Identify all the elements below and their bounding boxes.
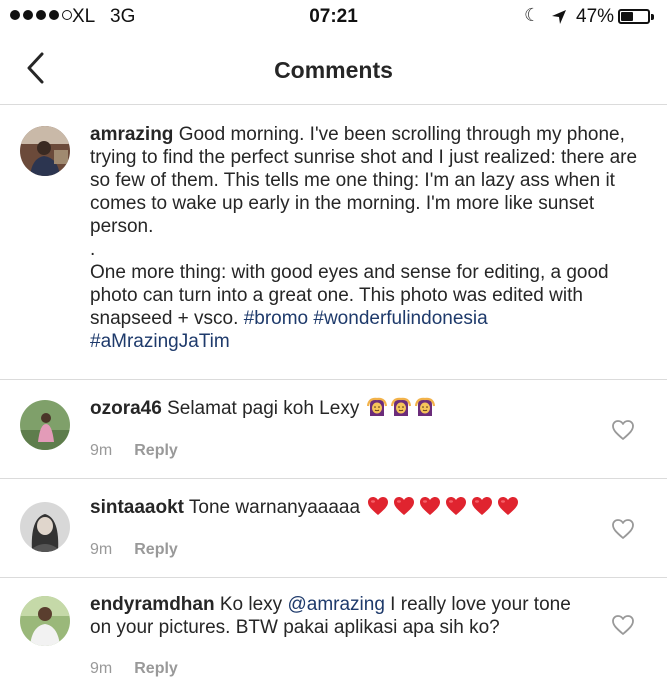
emoji-group [365, 397, 437, 419]
red-heart-emoji [446, 497, 467, 515]
like-heart-icon[interactable] [611, 614, 635, 636]
comment-item: endyramdhan Ko lexy @amrazing I really l… [0, 578, 667, 688]
navigation-bar: Comments [0, 36, 667, 105]
comment-time: 9m [90, 541, 113, 558]
caption-body: Good morning. I've been scrolling throug… [90, 124, 638, 329]
hashtag-link[interactable]: #aMrazingJaTim [90, 331, 230, 352]
reply-button[interactable]: Reply [134, 660, 178, 677]
comment-meta: 9m Reply [90, 442, 178, 460]
red-heart-emoji [368, 497, 389, 515]
comment-username[interactable]: sintaaaokt [90, 497, 184, 518]
comment-item: ozora46 Selamat pagi koh Lexy 9m Reply [0, 380, 667, 479]
woman-gesturing-ok-emoji [414, 397, 435, 416]
comment-time: 9m [90, 660, 113, 677]
battery-percent: 47% [576, 6, 615, 27]
comment-text: ozora46 Selamat pagi koh Lexy [90, 397, 590, 420]
comment-item: sintaaaokt Tone warnanyaaaaa 9m Reply [0, 479, 667, 578]
comment-time: 9m [90, 442, 113, 459]
red-heart-emoji [420, 497, 441, 515]
woman-gesturing-ok-emoji [390, 397, 411, 416]
emoji-group [365, 497, 521, 518]
woman-gesturing-ok-emoji [366, 397, 387, 416]
comment-meta: 9m Reply [90, 660, 178, 678]
red-heart-emoji [472, 497, 493, 515]
avatar[interactable] [20, 126, 70, 176]
do-not-disturb-icon: ☾ [524, 5, 541, 25]
comment-username[interactable]: endyramdhan [90, 594, 215, 615]
red-heart-emoji [394, 497, 415, 515]
hashtag-link[interactable]: #bromo [244, 308, 308, 329]
comment-body: Selamat pagi koh Lexy [167, 398, 360, 419]
avatar-photo [20, 502, 70, 552]
battery-level-fill [621, 12, 633, 21]
like-heart-icon[interactable] [611, 419, 635, 441]
avatar[interactable] [20, 596, 70, 646]
comment-text: sintaaaokt Tone warnanyaaaaa [90, 496, 590, 519]
battery-icon [618, 9, 650, 24]
comment-meta: 9m Reply [90, 541, 178, 559]
avatar[interactable] [20, 400, 70, 450]
page-title: Comments [274, 57, 393, 83]
post-caption: amrazing Good morning. I've been scrolli… [0, 105, 667, 380]
comments-list: amrazing Good morning. I've been scrolli… [0, 105, 667, 688]
reply-button[interactable]: Reply [134, 541, 178, 558]
status-bar: XL 3G 07:21 ☾ 47% [0, 0, 667, 36]
mention-link[interactable]: @amrazing [287, 594, 384, 615]
reply-button[interactable]: Reply [134, 442, 178, 459]
comment-text: endyramdhan Ko lexy @amrazing I really l… [90, 593, 590, 639]
avatar[interactable] [20, 502, 70, 552]
avatar-photo [20, 400, 70, 450]
comment-body: Tone warnanyaaaaa [188, 497, 361, 518]
red-heart-emoji [498, 497, 519, 515]
caption-username[interactable]: amrazing [90, 124, 173, 145]
comment-body: Ko lexy [219, 594, 288, 615]
avatar-photo [20, 126, 70, 176]
location-arrow-icon [552, 10, 566, 24]
like-heart-icon[interactable] [611, 518, 635, 540]
caption-text: amrazing Good morning. I've been scrolli… [90, 123, 650, 353]
comment-username[interactable]: ozora46 [90, 398, 162, 419]
avatar-photo [20, 596, 70, 646]
hashtag-link[interactable]: #wonderfulindonesia [313, 308, 487, 329]
